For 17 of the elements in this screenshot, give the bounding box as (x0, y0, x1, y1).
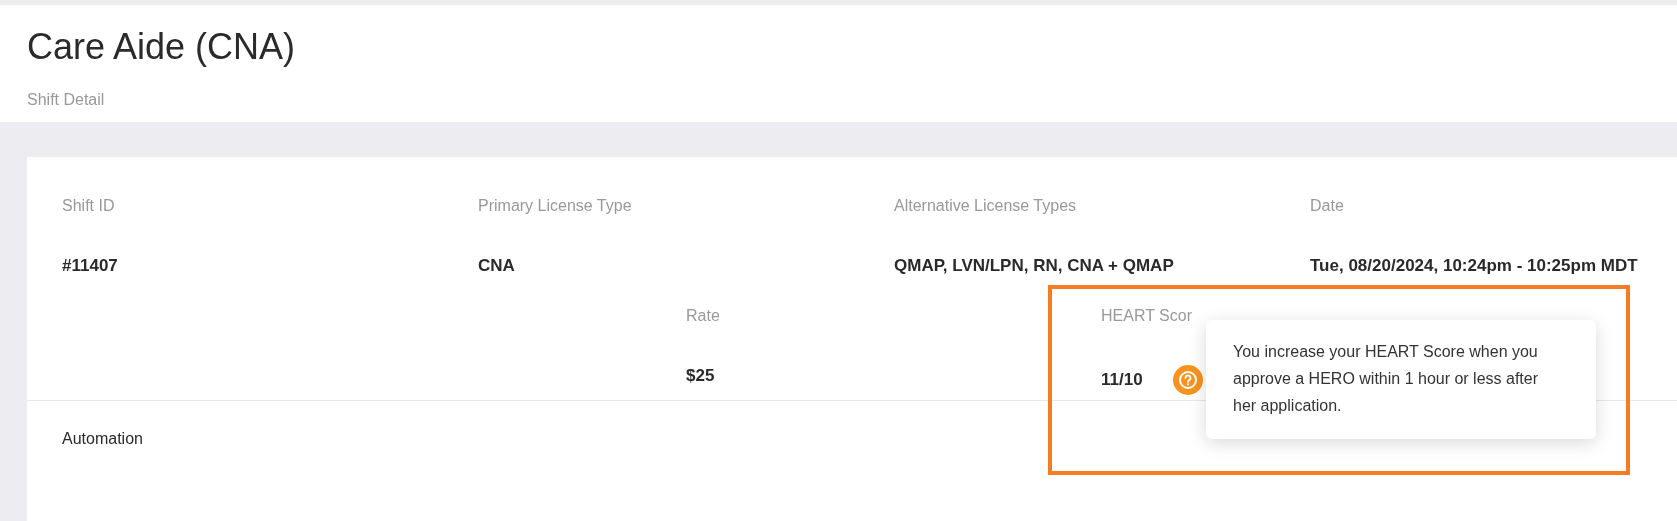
field-value: 11/10 (1101, 369, 1143, 391)
page-title: Care Aide (CNA) (27, 25, 297, 69)
help-tooltip: You increase your HEART Score when you approve a HERO within 1 hour or less after her application. (1206, 320, 1596, 439)
section-title: Automation (62, 430, 143, 448)
field-label: Shift ID (62, 197, 116, 215)
field-label: Primary License Type (478, 197, 633, 215)
field-label: Date (1310, 197, 1345, 215)
field-label: Rate (686, 307, 721, 325)
field-value: Tue, 08/20/2024, 10:24pm - 10:25pm MDT (1310, 255, 1639, 277)
field-label: Alternative License Types (894, 197, 1078, 215)
page-subtitle: Shift Detail (27, 91, 106, 109)
field-value: QMAP, LVN/LPN, RN, CNA + QMAP (894, 255, 1175, 277)
field-value: CNA (478, 255, 516, 277)
help-icon[interactable] (1172, 365, 1203, 395)
field-label: HEART Scor (1101, 307, 1193, 325)
field-value: $25 (686, 365, 716, 387)
field-value: #11407 (62, 255, 119, 277)
